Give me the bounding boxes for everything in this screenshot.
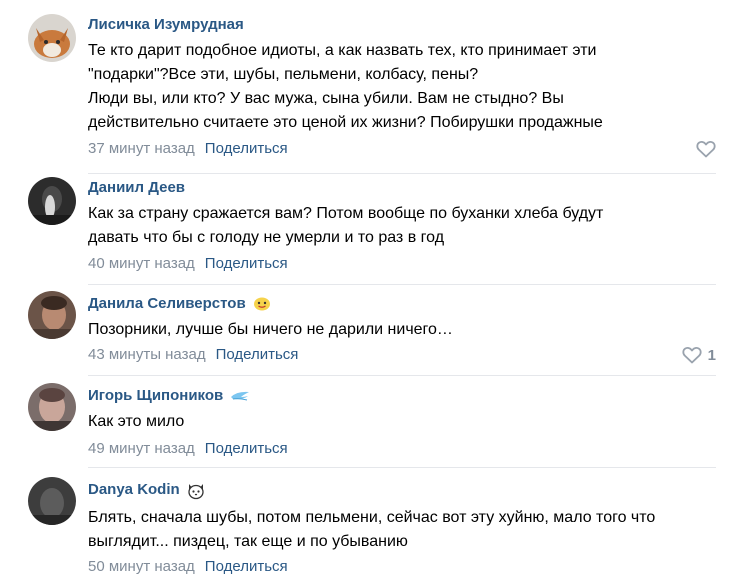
share-button[interactable]: Поделиться — [205, 440, 288, 457]
share-button[interactable]: Поделиться — [205, 255, 288, 272]
like-button[interactable] — [696, 140, 716, 158]
comment-time[interactable]: 43 минуты назад — [88, 346, 206, 363]
comment-meta: 37 минут назад Поделиться — [88, 140, 288, 157]
comment-time[interactable]: 37 минут назад — [88, 140, 195, 157]
comment-text: Те кто дарит подобное идиоты, а как назв… — [88, 42, 603, 131]
comment-meta: 40 минут назад Поделиться — [88, 255, 288, 272]
comment-text: Как это мило — [88, 413, 185, 430]
comment-author[interactable]: Даниил Деев — [88, 179, 185, 196]
comment-time[interactable]: 49 минут назад — [88, 440, 195, 457]
comment-author[interactable]: Данила Селиверстов — [88, 295, 246, 312]
comment-author[interactable]: Danya Kodin — [88, 481, 180, 498]
comment-time[interactable]: 50 минут назад — [88, 558, 195, 575]
avatar[interactable] — [28, 14, 76, 62]
divider — [88, 467, 716, 468]
share-button[interactable]: Поделиться — [205, 140, 288, 157]
wings-icon — [229, 388, 250, 404]
comment-text: Как за страну сражается вам? Потом вообщ… — [88, 205, 604, 246]
comment-time[interactable]: 40 минут назад — [88, 255, 195, 272]
comment-text: Блять, сначала шубы, потом пельмени, сей… — [88, 509, 656, 550]
comment-author[interactable]: Игорь Щипоников — [88, 387, 223, 404]
avatar[interactable] — [28, 477, 76, 525]
avatar[interactable] — [28, 383, 76, 431]
divider — [88, 173, 716, 174]
heart-outline-icon — [696, 140, 716, 158]
share-button[interactable]: Поделиться — [205, 558, 288, 575]
heart-outline-icon — [682, 346, 702, 364]
comment-meta: 43 минуты назад Поделиться — [88, 346, 298, 363]
comment-author[interactable]: Лисичка Изумрудная — [88, 16, 244, 33]
share-button[interactable]: Поделиться — [216, 346, 299, 363]
cat-face-icon — [186, 482, 206, 499]
comment-text: Позорники, лучше бы ничего не дарили нич… — [88, 321, 453, 338]
emoji-face-icon — [252, 296, 272, 312]
like-count: 1 — [707, 346, 716, 364]
comment-meta: 50 минут назад Поделиться — [88, 558, 288, 575]
divider — [88, 375, 716, 376]
avatar[interactable] — [28, 291, 76, 339]
like-button[interactable]: 1 — [682, 346, 716, 364]
comment-meta: 49 минут назад Поделиться — [88, 440, 288, 457]
avatar[interactable] — [28, 177, 76, 225]
divider — [88, 284, 716, 285]
comments-feed: Лисичка Изумрудная Те кто дарит подобное… — [0, 0, 740, 585]
